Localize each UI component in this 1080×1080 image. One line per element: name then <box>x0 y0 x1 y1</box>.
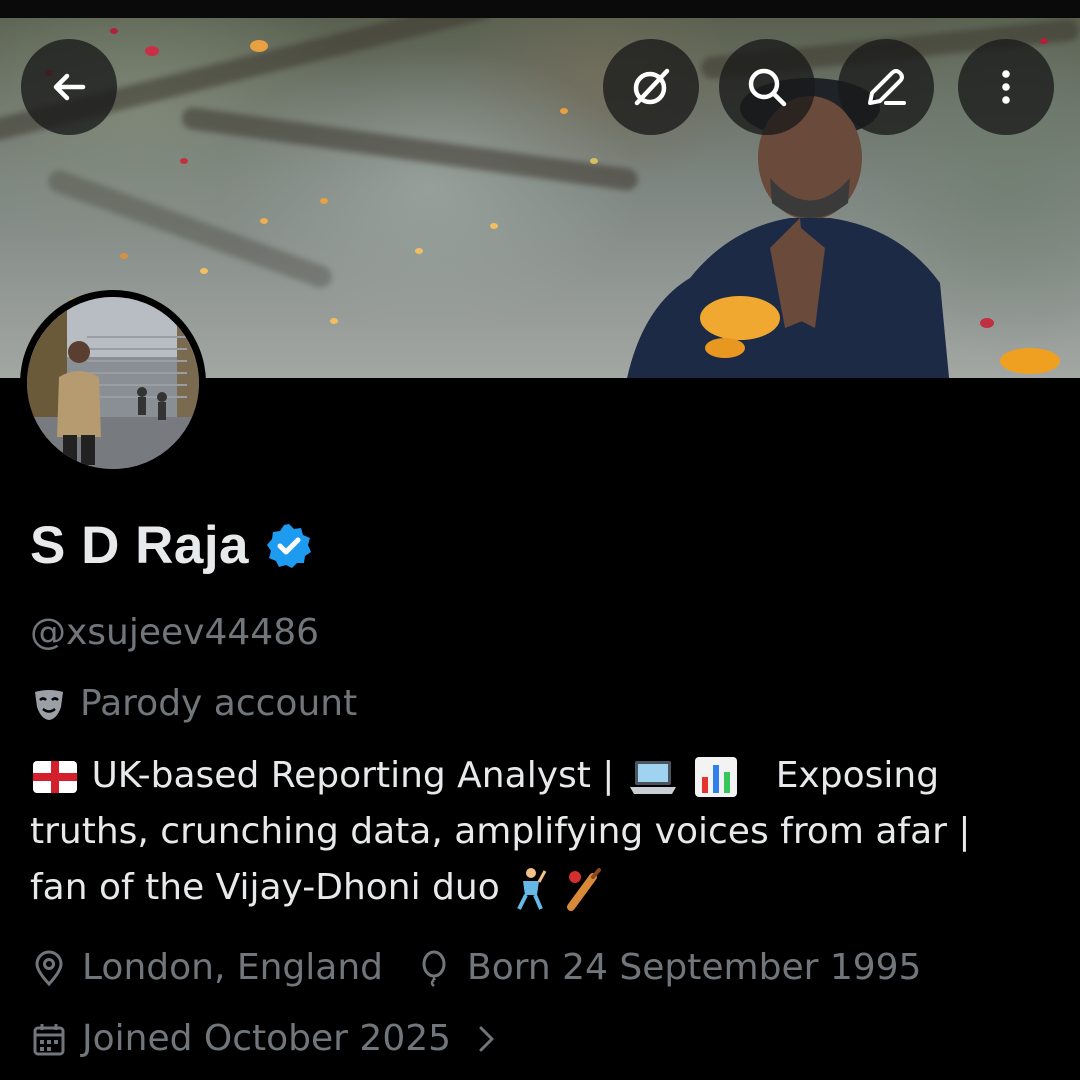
arrow-left-icon <box>53 73 86 101</box>
grok-button[interactable] <box>603 39 699 135</box>
more-options-button[interactable] <box>958 39 1054 135</box>
mask-icon <box>35 689 63 720</box>
laptop-icon <box>629 761 676 794</box>
display-name: S D Raja <box>30 516 250 575</box>
birthday-item: Born 24 September 1995 <box>415 947 921 988</box>
verified-badge-icon[interactable] <box>265 522 313 570</box>
cricket-icon <box>566 868 601 911</box>
dancer-icon <box>517 868 547 910</box>
birthday-text: Born 24 September 1995 <box>467 947 922 988</box>
location-pin-icon <box>35 950 63 986</box>
parody-label-text: Parody account <box>80 683 358 724</box>
edit-icon <box>868 69 906 105</box>
joined-text: Joined October 2025 <box>82 1018 452 1059</box>
parody-label[interactable]: Parody account <box>30 683 357 724</box>
calendar-icon <box>33 1023 65 1055</box>
profile-handle: @xsujeev44486 <box>30 612 320 653</box>
status-bar <box>0 0 1080 18</box>
bio-segment-2: Exposing <box>775 755 940 796</box>
location-item: London, England <box>30 947 383 988</box>
avatar-image <box>27 297 199 469</box>
england-flag-icon <box>33 761 77 793</box>
edit-button[interactable] <box>838 39 934 135</box>
profile-name-row: S D Raja <box>30 515 313 576</box>
more-vertical-icon <box>1002 70 1010 104</box>
search-icon <box>748 68 787 107</box>
joined-item[interactable]: Joined October 2025 <box>30 1018 503 1059</box>
chevron-right-icon[interactable] <box>469 1022 503 1056</box>
balloon-icon <box>422 950 446 987</box>
location-text: London, England <box>82 947 383 988</box>
profile-meta-row-1: London, England Born 24 September 1995 <box>30 947 921 988</box>
bar-chart-icon <box>695 757 738 797</box>
back-button[interactable] <box>21 39 117 135</box>
grok-icon <box>633 68 670 106</box>
bio-line-2: truths, crunching data, amplifying voice… <box>30 811 971 852</box>
bio-line-3: fan of the Vijay-Dhoni duo <box>30 860 1050 916</box>
search-button[interactable] <box>719 39 815 135</box>
profile-bio: UK-based Reporting Analyst | Exposing tr… <box>30 748 1050 916</box>
avatar[interactable] <box>20 290 206 476</box>
bio-segment-1: UK-based Reporting Analyst | <box>91 755 615 796</box>
bio-line-3-text: fan of the Vijay-Dhoni duo <box>30 867 500 908</box>
bio-line-1: UK-based Reporting Analyst | Exposing <box>30 748 1050 804</box>
profile-meta-row-2[interactable]: Joined October 2025 <box>30 1018 503 1059</box>
